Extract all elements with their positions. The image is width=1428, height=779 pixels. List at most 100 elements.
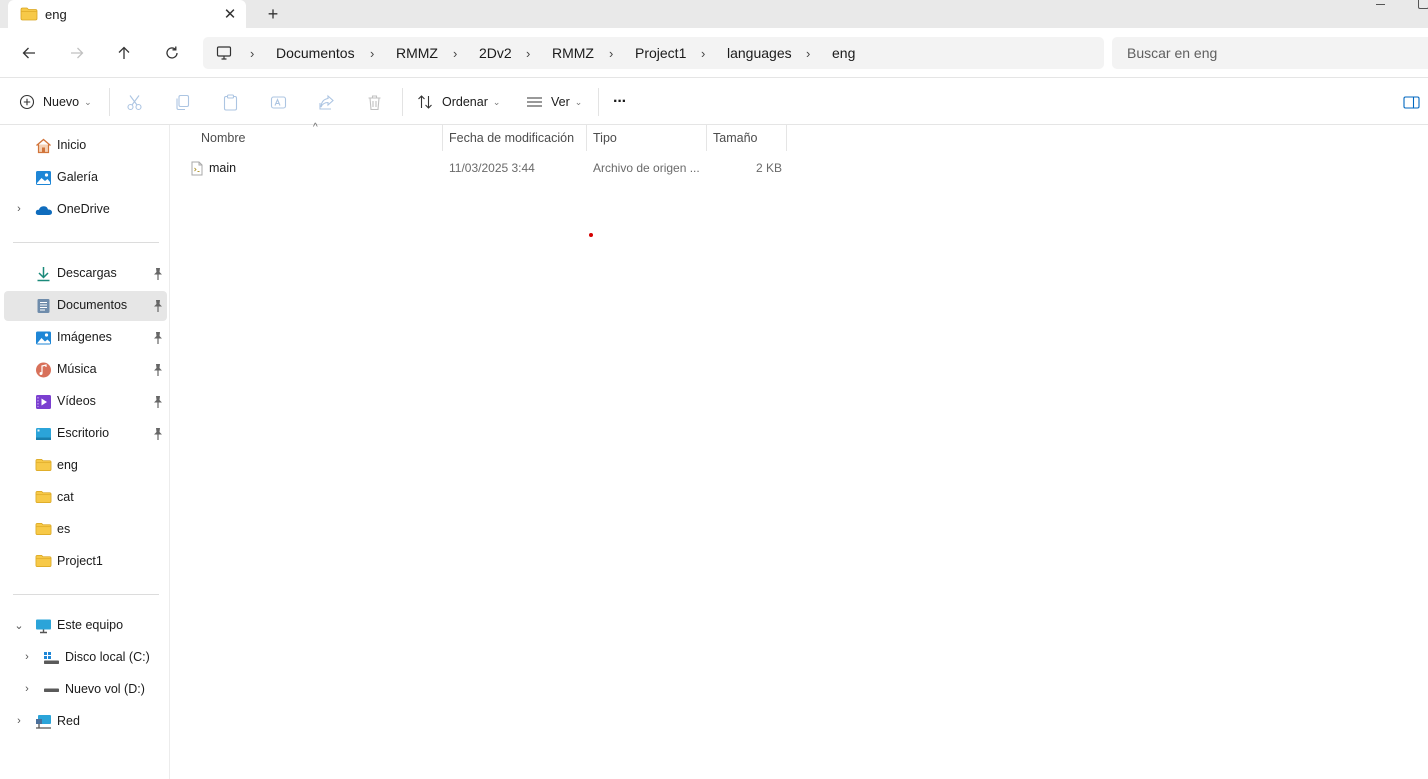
pin-icon[interactable]	[152, 331, 164, 345]
divider	[109, 88, 110, 116]
column-divider[interactable]	[786, 125, 787, 151]
sidebar-item-es[interactable]: es	[4, 515, 167, 545]
folder-icon	[35, 522, 52, 538]
refresh-icon[interactable]	[159, 40, 185, 66]
desktop-icon	[35, 426, 52, 442]
chevron-right-icon[interactable]: ›	[12, 202, 26, 216]
sidebar-item-onedrive[interactable]: › OneDrive	[4, 195, 167, 225]
share-icon[interactable]	[318, 90, 335, 114]
chevron-down-icon: ⌄	[574, 96, 583, 107]
view-button[interactable]: Ver ⌄	[526, 90, 582, 114]
more-options-button[interactable]: ···	[613, 90, 627, 114]
drive-c-icon	[43, 650, 60, 666]
sort-button[interactable]: Ordenar ⌄	[417, 90, 500, 114]
sidebar-item-imagenes[interactable]: Imágenes	[4, 323, 167, 353]
chevron-down-icon: ⌄	[492, 96, 501, 107]
details-pane-icon[interactable]	[1403, 90, 1420, 114]
music-icon	[35, 362, 52, 378]
column-header-size[interactable]: Tamaño	[713, 131, 757, 145]
pin-icon[interactable]	[152, 395, 164, 409]
file-type: Archivo de origen ...	[593, 161, 700, 175]
file-name[interactable]: main	[209, 161, 236, 175]
sidebar-item-label: Este equipo	[57, 618, 124, 632]
sidebar-item-nuevo-vol-d[interactable]: › Nuevo vol (D:)	[4, 675, 167, 705]
title-bar: eng ✕ +	[0, 0, 1428, 28]
sidebar-item-red[interactable]: › Red	[4, 707, 167, 737]
address-bar[interactable]: › Documentos › RMMZ › 2Dv2 › RMMZ › Proj…	[203, 37, 1104, 69]
sort-icon	[418, 95, 432, 109]
computer-icon	[216, 45, 232, 64]
drive-d-icon	[43, 682, 60, 698]
pin-icon[interactable]	[152, 267, 164, 281]
new-tab-button[interactable]: +	[262, 3, 284, 25]
sidebar-item-disco-local-c[interactable]: › Disco local (C:)	[4, 643, 167, 673]
breadcrumb-eng[interactable]: eng	[832, 45, 855, 61]
breadcrumb-documentos[interactable]: Documentos	[276, 45, 355, 61]
sidebar-divider	[13, 242, 159, 243]
breadcrumb-languages[interactable]: languages	[727, 45, 792, 61]
column-divider[interactable]	[706, 125, 707, 151]
sidebar-item-este-equipo[interactable]: ⌄ Este equipo	[4, 611, 167, 641]
sidebar-item-inicio[interactable]: Inicio	[4, 131, 167, 161]
column-header-type[interactable]: Tipo	[593, 131, 617, 145]
sidebar-item-label: Galería	[57, 170, 98, 184]
sidebar-item-cat[interactable]: cat	[4, 483, 167, 513]
breadcrumb-separator: ›	[701, 46, 706, 61]
cut-icon[interactable]	[126, 90, 143, 114]
column-divider[interactable]	[586, 125, 587, 151]
up-arrow-icon[interactable]	[111, 40, 137, 66]
paste-icon[interactable]	[222, 90, 239, 114]
sidebar-item-documentos[interactable]: Documentos	[4, 291, 167, 321]
sidebar-item-musica[interactable]: Música	[4, 355, 167, 385]
column-header-modified[interactable]: Fecha de modificación	[449, 131, 574, 145]
pin-icon[interactable]	[152, 363, 164, 377]
delete-icon[interactable]	[366, 90, 383, 114]
copy-icon[interactable]	[174, 90, 191, 114]
sidebar-item-label: Escritorio	[57, 426, 110, 440]
sidebar-item-project1[interactable]: Project1	[4, 547, 167, 577]
chevron-right-icon[interactable]: ›	[20, 682, 34, 696]
search-input[interactable]: Buscar en eng	[1127, 45, 1217, 61]
cursor-marker	[589, 233, 593, 237]
rename-icon[interactable]	[270, 90, 287, 114]
minimize-button[interactable]	[1370, 0, 1390, 10]
column-divider[interactable]	[442, 125, 443, 151]
column-header-name[interactable]: Nombre	[201, 131, 245, 145]
pin-icon[interactable]	[152, 299, 164, 313]
command-bar: Nuevo ⌄ Ordenar ⌄ Ver ⌄ ···	[0, 78, 1428, 125]
tab-title: eng	[45, 7, 67, 22]
folder-icon	[35, 458, 52, 474]
new-label: Nuevo	[43, 95, 80, 109]
breadcrumb-project1[interactable]: Project1	[635, 45, 686, 61]
sidebar-item-escritorio[interactable]: Escritorio	[4, 419, 167, 449]
breadcrumb-2dv2[interactable]: 2Dv2	[479, 45, 512, 61]
back-arrow-icon[interactable]	[16, 40, 42, 66]
sidebar-item-videos[interactable]: Vídeos	[4, 387, 167, 417]
sidebar-item-galeria[interactable]: Galería	[4, 163, 167, 193]
sidebar-item-label: Inicio	[57, 138, 87, 152]
breadcrumb-rmmz-2[interactable]: RMMZ	[552, 45, 594, 61]
sidebar-item-label: Disco local (C:)	[65, 650, 150, 664]
chevron-right-icon[interactable]: ›	[12, 714, 26, 728]
tab-eng[interactable]: eng ✕	[8, 0, 246, 28]
new-button[interactable]: Nuevo ⌄	[19, 90, 92, 114]
chevron-down-icon[interactable]: ⌄	[12, 618, 26, 632]
chevron-right-icon[interactable]: ›	[20, 650, 34, 664]
navigation-pane: Inicio Galería › OneDrive Descargas Docu…	[0, 125, 170, 779]
home-icon	[35, 138, 52, 154]
videos-icon	[35, 394, 52, 410]
pin-icon[interactable]	[152, 427, 164, 441]
plus-circle-icon	[19, 94, 35, 110]
breadcrumb-separator: ›	[453, 46, 458, 61]
sidebar-item-descargas[interactable]: Descargas	[4, 259, 167, 289]
close-tab-icon[interactable]: ✕	[219, 3, 241, 25]
breadcrumb-rmmz[interactable]: RMMZ	[396, 45, 438, 61]
search-box[interactable]: Buscar en eng	[1112, 37, 1428, 69]
maximize-button[interactable]	[1414, 0, 1428, 10]
folder-icon	[35, 490, 52, 506]
onedrive-icon	[35, 202, 52, 218]
folder-icon	[35, 554, 52, 570]
table-row[interactable]: main 11/03/2025 3:44 Archivo de origen .…	[171, 157, 791, 181]
sidebar-item-eng[interactable]: eng	[4, 451, 167, 481]
forward-arrow-icon[interactable]	[64, 40, 90, 66]
